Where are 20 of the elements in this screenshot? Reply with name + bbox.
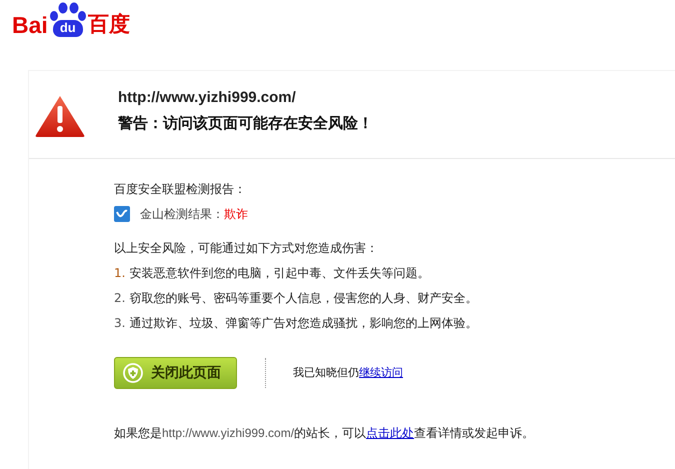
result-value: 欺诈 — [224, 206, 248, 222]
risk-intro: 以上安全风险，可能通过如下方式对您造成伤害： — [114, 240, 379, 256]
list-number: 3. — [114, 315, 126, 331]
warning-title: 警告：访问该页面可能存在安全风险！ — [118, 114, 373, 133]
continue-text: 我已知晓但仍继续访问 — [293, 365, 403, 381]
report-heading: 百度安全联盟检测报告： — [114, 181, 247, 197]
list-number: 1. — [114, 265, 126, 281]
owner-appeal-text: 如果您是http://www.yizhi999.com/的站长，可以点击此处查看详情或发起申诉。 — [114, 425, 536, 441]
appeal-link[interactable]: 点击此处 — [366, 426, 414, 440]
baidu-logo: Bai du 百度 — [12, 2, 130, 38]
close-page-button[interactable]: 关闭此页面 — [114, 357, 237, 389]
risk-item: 安装恶意软件到您的电脑，引起中毒、文件丢失等问题。 — [129, 265, 430, 281]
risk-item: 通过欺诈、垃圾、弹窗等广告对您造成骚扰，影响您的上网体验。 — [129, 315, 478, 331]
result-label: 金山检测结果： — [140, 206, 224, 222]
list-number: 2. — [114, 290, 126, 306]
shield-plus-icon — [123, 363, 143, 383]
warning-icon — [34, 94, 86, 138]
site-url: http://www.yizhi999.com/ — [118, 89, 297, 106]
continue-link[interactable]: 继续访问 — [359, 366, 403, 379]
risk-item: 窃取您的账号、密码等重要个人信息，侵害您的人身、财产安全。 — [129, 290, 478, 306]
